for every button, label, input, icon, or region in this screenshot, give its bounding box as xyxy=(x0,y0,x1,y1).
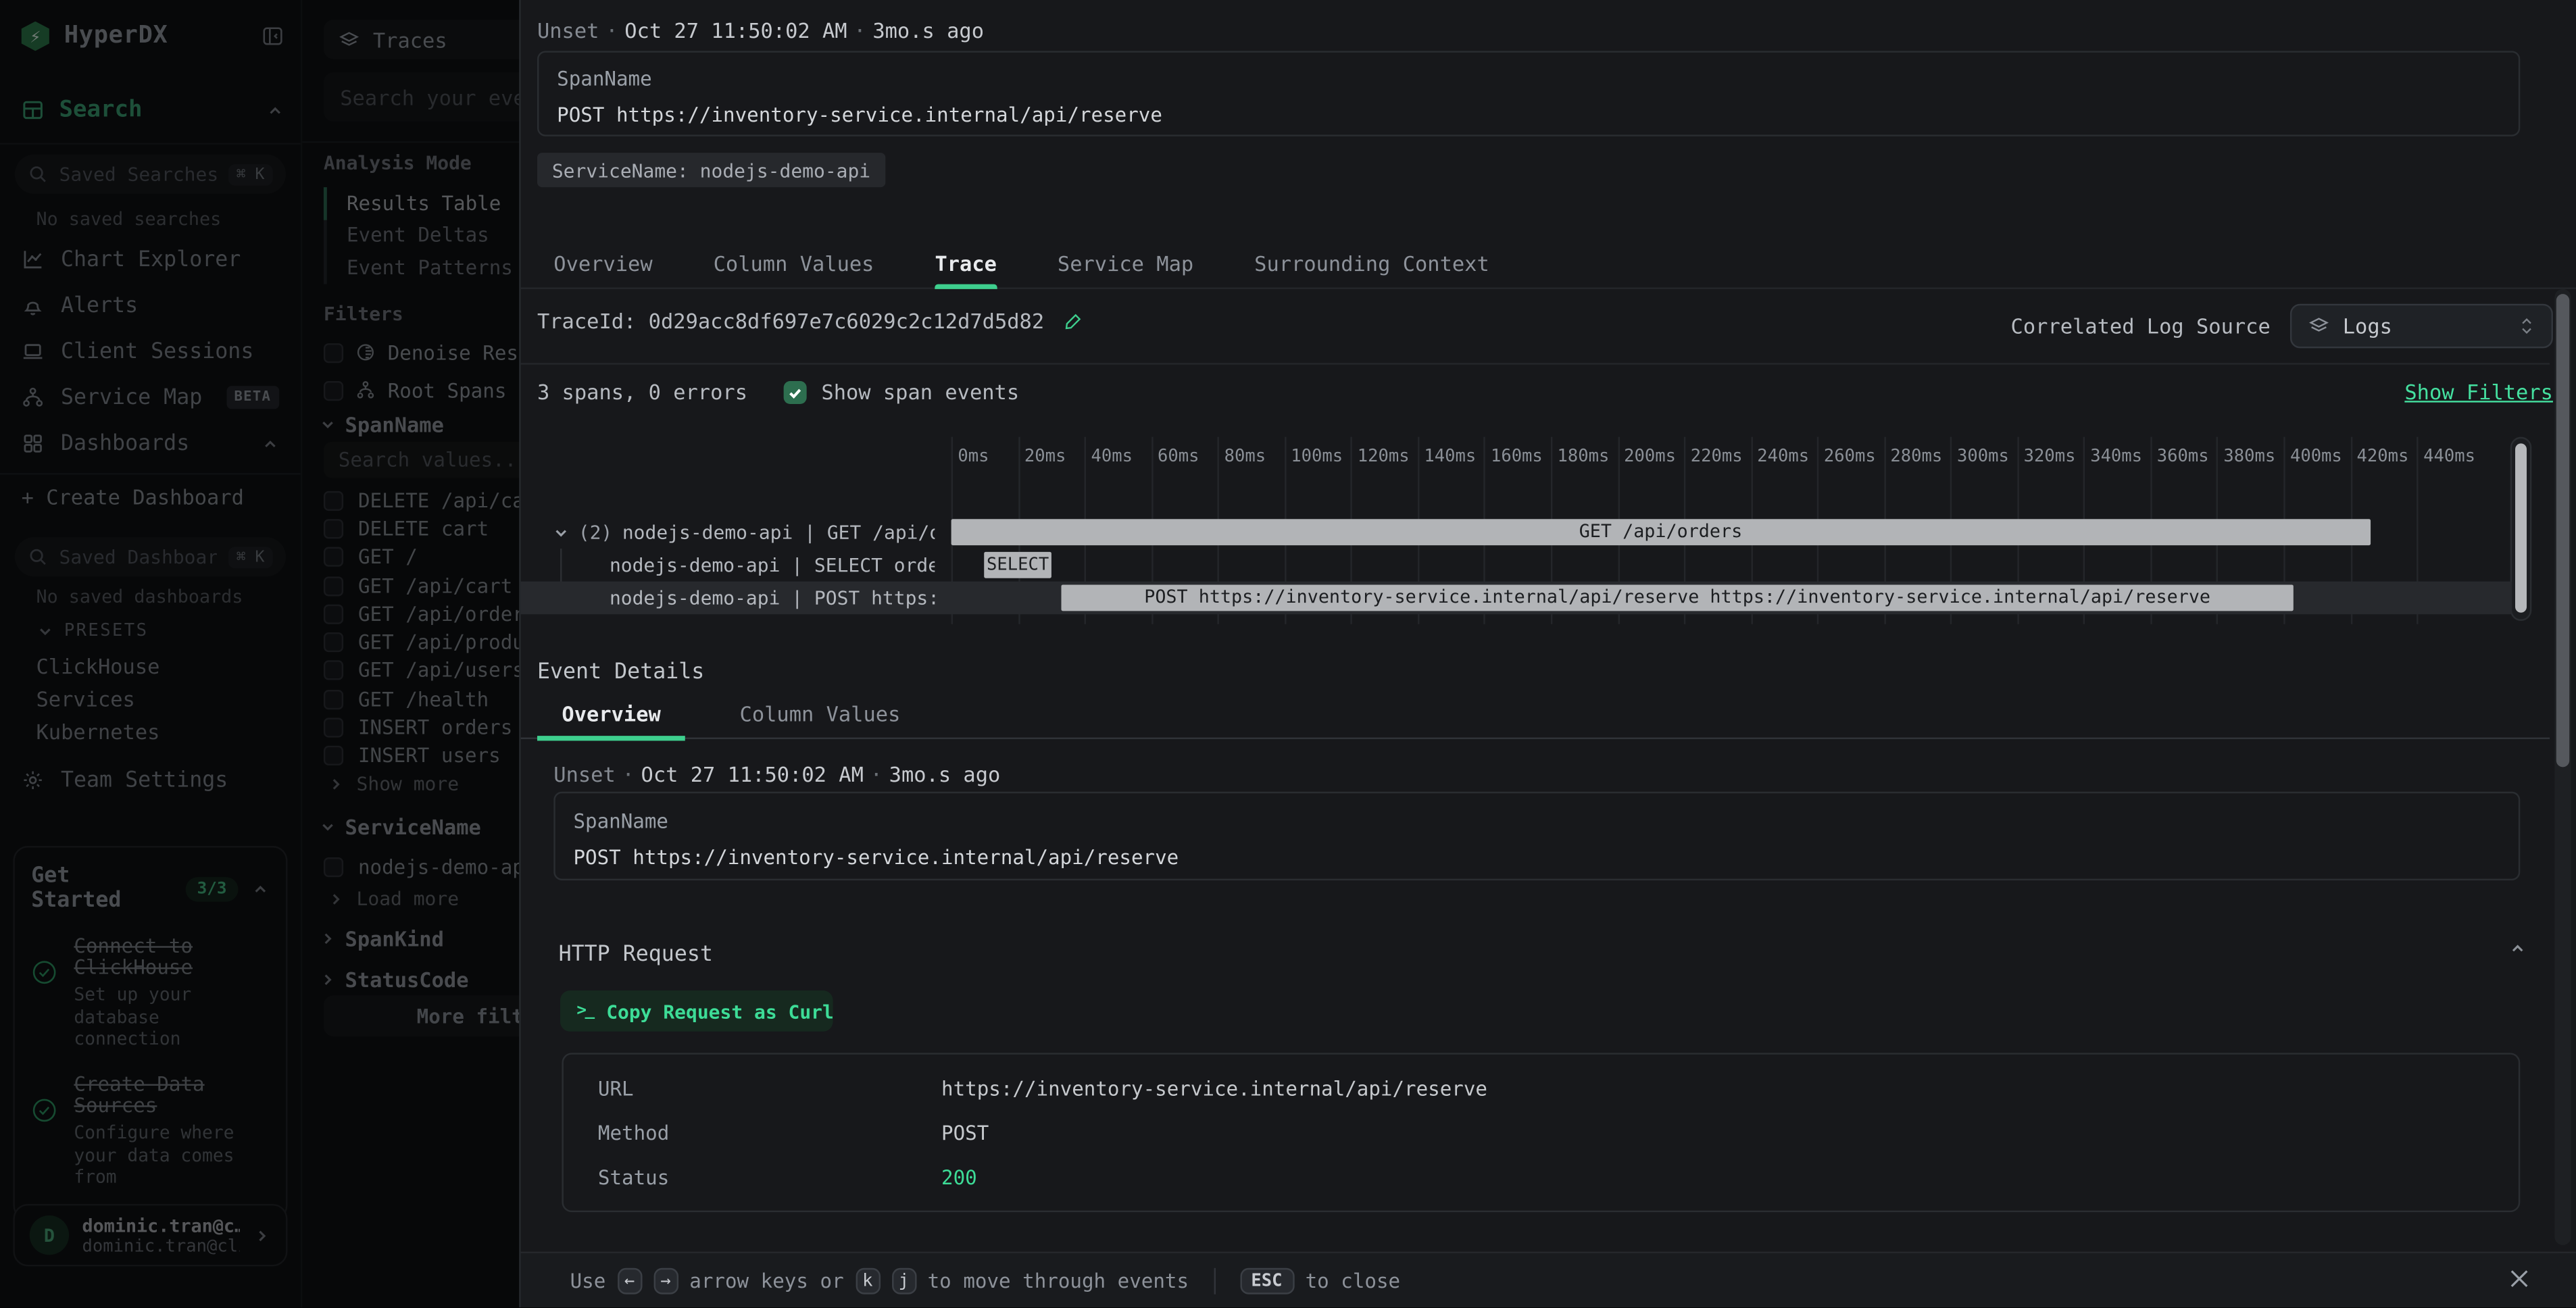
show-span-events-checkbox[interactable] xyxy=(783,380,806,403)
key-arrow-right: → xyxy=(653,1267,678,1294)
span-bar[interactable]: POST https://inventory-service.internal/… xyxy=(1061,584,2294,611)
axis-tick: 340ms xyxy=(2090,447,2142,466)
event-details-tab-overview[interactable]: Overview xyxy=(537,690,685,738)
updown-chevrons-icon xyxy=(2519,316,2535,337)
span-row-label: (2)nodejs-demo-api | GET /api/orders xyxy=(552,515,935,549)
axis-tick: 360ms xyxy=(2157,447,2209,466)
panel-tabs: Overview Column Values Trace Service Map Sur… xyxy=(521,240,2576,289)
axis-tick: 380ms xyxy=(2223,447,2275,466)
axis-tick: 260ms xyxy=(1824,447,1876,466)
tab-surrounding-context[interactable]: Surrounding Context xyxy=(1254,240,1489,288)
spanname-card: SpanName POST https://inventory-service.… xyxy=(553,792,2520,880)
log-source-select[interactable]: Logs xyxy=(2290,304,2553,349)
footer-text: arrow keys or xyxy=(689,1269,843,1292)
event-meta: Unset·Oct 27 11:50:02 AM·3mo.s ago xyxy=(553,762,1000,786)
show-span-events-label: Show span events xyxy=(821,380,1019,404)
divider xyxy=(1214,1267,1215,1294)
axis-tick: 240ms xyxy=(1757,447,1809,466)
http-request-table: URLhttps://inventory-service.internal/ap… xyxy=(562,1053,2520,1212)
copy-curl-button[interactable]: >_ Copy Request as Curl xyxy=(560,990,833,1032)
axis-tick: 200ms xyxy=(1624,447,1676,466)
show-filters-link[interactable]: Show Filters xyxy=(2404,380,2553,404)
event-details-tab-column-values[interactable]: Column Values xyxy=(715,690,925,738)
waterfall-scrollbar[interactable] xyxy=(2510,437,2532,621)
footer-text: to close xyxy=(1306,1269,1401,1292)
axis-tick: 420ms xyxy=(2357,447,2409,466)
event-details-title: Event Details xyxy=(537,660,704,684)
trace-id-row: TraceId: 0d29acc8df697e7c6029c2c12d7d5d8… xyxy=(537,309,1084,333)
layers-icon xyxy=(2308,316,2330,337)
panel-scrollbar[interactable] xyxy=(2554,289,2571,1245)
spanname-card: SpanName POST https://inventory-service.… xyxy=(537,51,2520,136)
event-details-tabs: Overview Column Values xyxy=(521,690,2550,739)
trace-side-panel: Unset·Oct 27 11:50:02 AM·3mo.s ago SpanN… xyxy=(519,0,2576,1308)
key-esc: ESC xyxy=(1239,1267,1293,1294)
span-row-label: nodejs-demo-api | POST https://inventory… xyxy=(610,582,935,615)
trace-id-value: 0d29acc8df697e7c6029c2c12d7d5d82 xyxy=(649,309,1044,333)
edit-icon[interactable] xyxy=(1062,310,1084,332)
http-request-title: HTTP Request xyxy=(559,942,713,967)
spans-summary-row: 3 spans, 0 errors Show span events Show … xyxy=(537,380,2553,404)
axis-tick: 440ms xyxy=(2423,447,2475,466)
correlated-log-source: Correlated Log Source Logs xyxy=(2011,304,2553,349)
axis-tick: 220ms xyxy=(1691,447,1743,466)
tab-service-map[interactable]: Service Map xyxy=(1058,240,1193,288)
event-meta: Unset·Oct 27 11:50:02 AM·3mo.s ago xyxy=(537,18,984,43)
spanname-value: POST https://inventory-service.internal/… xyxy=(573,846,1179,869)
span-bar[interactable]: GET /api/orders xyxy=(951,519,2371,545)
span-row-0[interactable]: (2)nodejs-demo-api | GET /api/orders GET … xyxy=(521,515,2512,549)
footer-text: Use xyxy=(570,1269,606,1292)
axis-tick: 160ms xyxy=(1491,447,1543,466)
axis-tick: 300ms xyxy=(1957,447,2009,466)
key-j: j xyxy=(891,1267,916,1294)
axis-tick: 40ms xyxy=(1091,447,1132,466)
axis-tick: 280ms xyxy=(1890,447,1942,466)
axis-tick: 180ms xyxy=(1558,447,1610,466)
axis-tick: 0ms xyxy=(958,447,989,466)
spans-summary: 3 spans, 0 errors xyxy=(537,380,747,404)
divider xyxy=(521,363,2550,364)
http-field-value: https://inventory-service.internal/api/r… xyxy=(941,1077,1487,1100)
http-field-method: MethodPOST xyxy=(564,1110,2519,1155)
app-root: ⚡ HyperDX Search Saved Searches ⌘ K No s… xyxy=(0,0,2576,1308)
terminal-icon: >_ xyxy=(576,1002,593,1020)
close-icon[interactable] xyxy=(2508,1268,2530,1290)
span-bar[interactable]: SELECT xyxy=(985,552,1051,578)
http-field-value: POST xyxy=(941,1121,989,1144)
http-field-value: 200 xyxy=(941,1165,977,1188)
axis-tick: 20ms xyxy=(1024,447,1066,466)
tab-trace[interactable]: Trace xyxy=(935,240,997,288)
chevron-down-icon[interactable] xyxy=(552,523,570,541)
spanname-label: SpanName xyxy=(573,810,668,833)
axis-tick: 120ms xyxy=(1358,447,1410,466)
tab-column-values[interactable]: Column Values xyxy=(714,240,874,288)
span-row-2[interactable]: nodejs-demo-api | POST https://inventory… xyxy=(521,582,2512,615)
axis-tick: 80ms xyxy=(1224,447,1266,466)
axis-tick: 140ms xyxy=(1424,447,1476,466)
trace-waterfall: 0ms 20ms 40ms 60ms 80ms 100ms 120ms 140ms 160ms 1… xyxy=(521,424,2535,634)
tab-overview[interactable]: Overview xyxy=(553,240,652,288)
axis-tick: 320ms xyxy=(2024,447,2076,466)
span-row-label: nodejs-demo-api | SELECT orders xyxy=(610,549,935,582)
axis-tick: 60ms xyxy=(1158,447,1199,466)
key-arrow-left: ← xyxy=(617,1267,641,1294)
footer-text: to move through events xyxy=(928,1269,1189,1292)
spanname-value: POST https://inventory-service.internal/… xyxy=(557,103,1162,126)
axis-tick: 400ms xyxy=(2290,447,2342,466)
axis-tick: 100ms xyxy=(1291,447,1343,466)
http-field-status: Status200 xyxy=(564,1155,2519,1199)
keyboard-hints-bar: Use ← → arrow keys or kj to move through even… xyxy=(521,1251,2576,1308)
spanname-label: SpanName xyxy=(557,68,652,91)
span-row-1[interactable]: nodejs-demo-api | SELECT orders SELECT xyxy=(521,549,2512,582)
http-field-url: URLhttps://inventory-service.internal/ap… xyxy=(564,1066,2519,1111)
service-tag[interactable]: ServiceName: nodejs-demo-api xyxy=(537,153,885,187)
collapse-section-icon[interactable] xyxy=(2508,940,2527,958)
key-k: k xyxy=(856,1267,880,1294)
